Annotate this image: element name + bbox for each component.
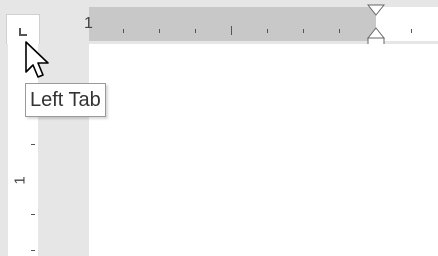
tooltip: Left Tab bbox=[25, 83, 106, 117]
vertical-ruler-tick bbox=[31, 144, 35, 145]
ruler-tick bbox=[123, 29, 124, 33]
ruler-tick bbox=[267, 29, 268, 33]
ruler-tick bbox=[231, 26, 232, 35]
hanging-indent-marker bbox=[367, 27, 385, 39]
ruler-tick bbox=[411, 29, 412, 33]
ruler-number: 1 bbox=[84, 15, 93, 32]
ruler-tick bbox=[159, 29, 160, 33]
mouse-cursor-icon bbox=[25, 41, 49, 78]
vertical-ruler-tick bbox=[31, 250, 35, 251]
ruler-track[interactable] bbox=[89, 7, 438, 41]
horizontal-ruler[interactable]: 1 bbox=[0, 0, 438, 49]
ruler-tick bbox=[339, 29, 340, 33]
document-page[interactable] bbox=[89, 44, 438, 256]
left-tab-icon bbox=[19, 28, 27, 36]
vertical-ruler-number: 1 bbox=[11, 176, 29, 185]
ruler-tick bbox=[195, 29, 196, 33]
ruler-left-margin bbox=[89, 7, 376, 41]
ruler-tick bbox=[303, 29, 304, 33]
vertical-ruler-tick bbox=[31, 214, 35, 215]
first-line-indent-marker bbox=[367, 4, 385, 16]
